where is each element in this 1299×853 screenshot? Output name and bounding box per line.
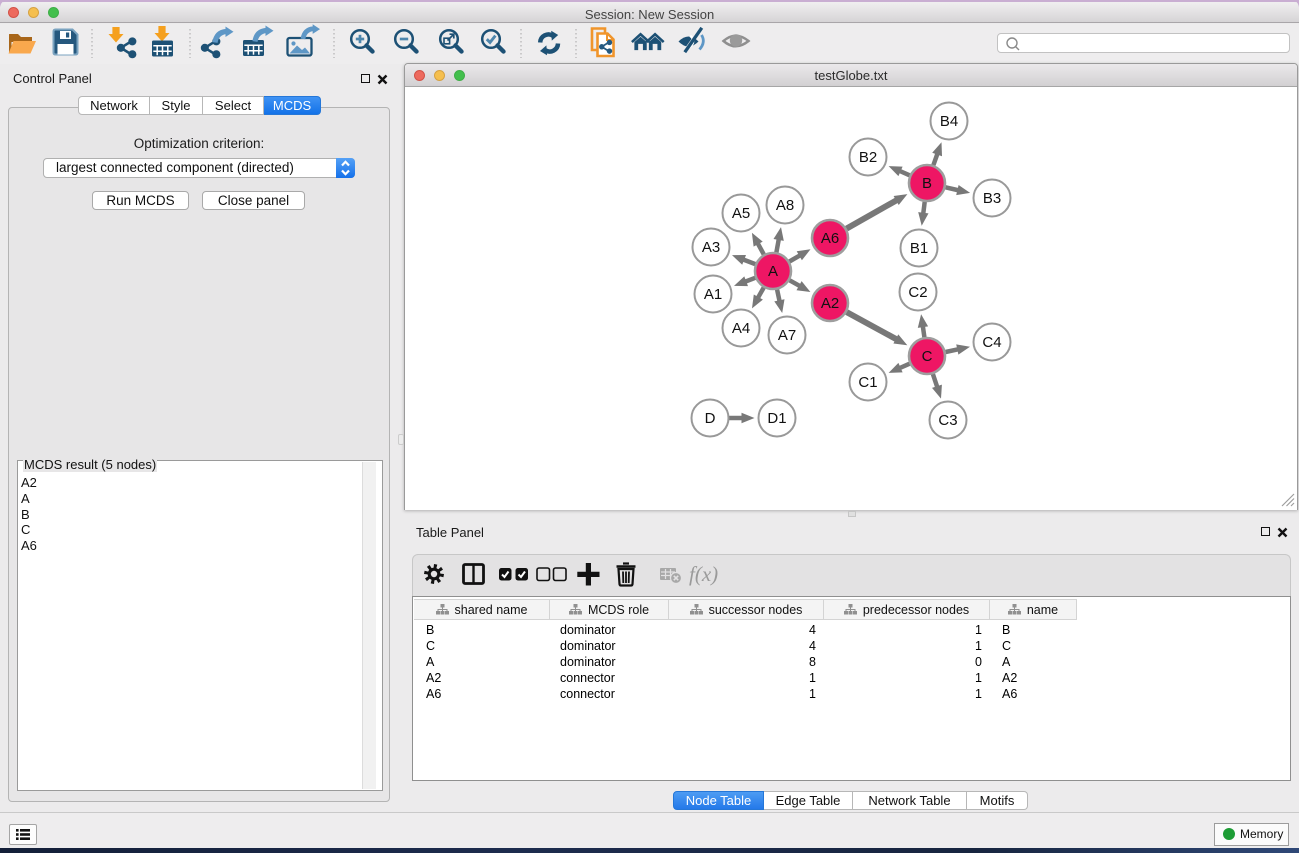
svg-text:A8: A8 [776,197,794,214]
svg-text:A5: A5 [732,205,750,222]
svg-text:B: B [922,175,932,192]
svg-text:C1: C1 [858,374,877,391]
svg-text:A6: A6 [821,230,839,247]
svg-text:C2: C2 [908,284,927,301]
svg-text:C3: C3 [938,412,957,429]
svg-text:A7: A7 [778,327,796,344]
svg-text:D: D [705,410,716,427]
svg-text:B1: B1 [910,240,928,257]
svg-text:A3: A3 [702,239,720,256]
svg-text:C4: C4 [982,334,1001,351]
svg-text:A4: A4 [732,320,750,337]
svg-text:D1: D1 [767,410,786,427]
svg-text:B3: B3 [983,190,1001,207]
svg-text:C: C [922,348,933,365]
svg-text:B2: B2 [859,149,877,166]
svg-text:A1: A1 [704,286,722,303]
svg-text:B4: B4 [940,113,958,130]
svg-text:A: A [768,263,778,280]
svg-text:A2: A2 [821,295,839,312]
